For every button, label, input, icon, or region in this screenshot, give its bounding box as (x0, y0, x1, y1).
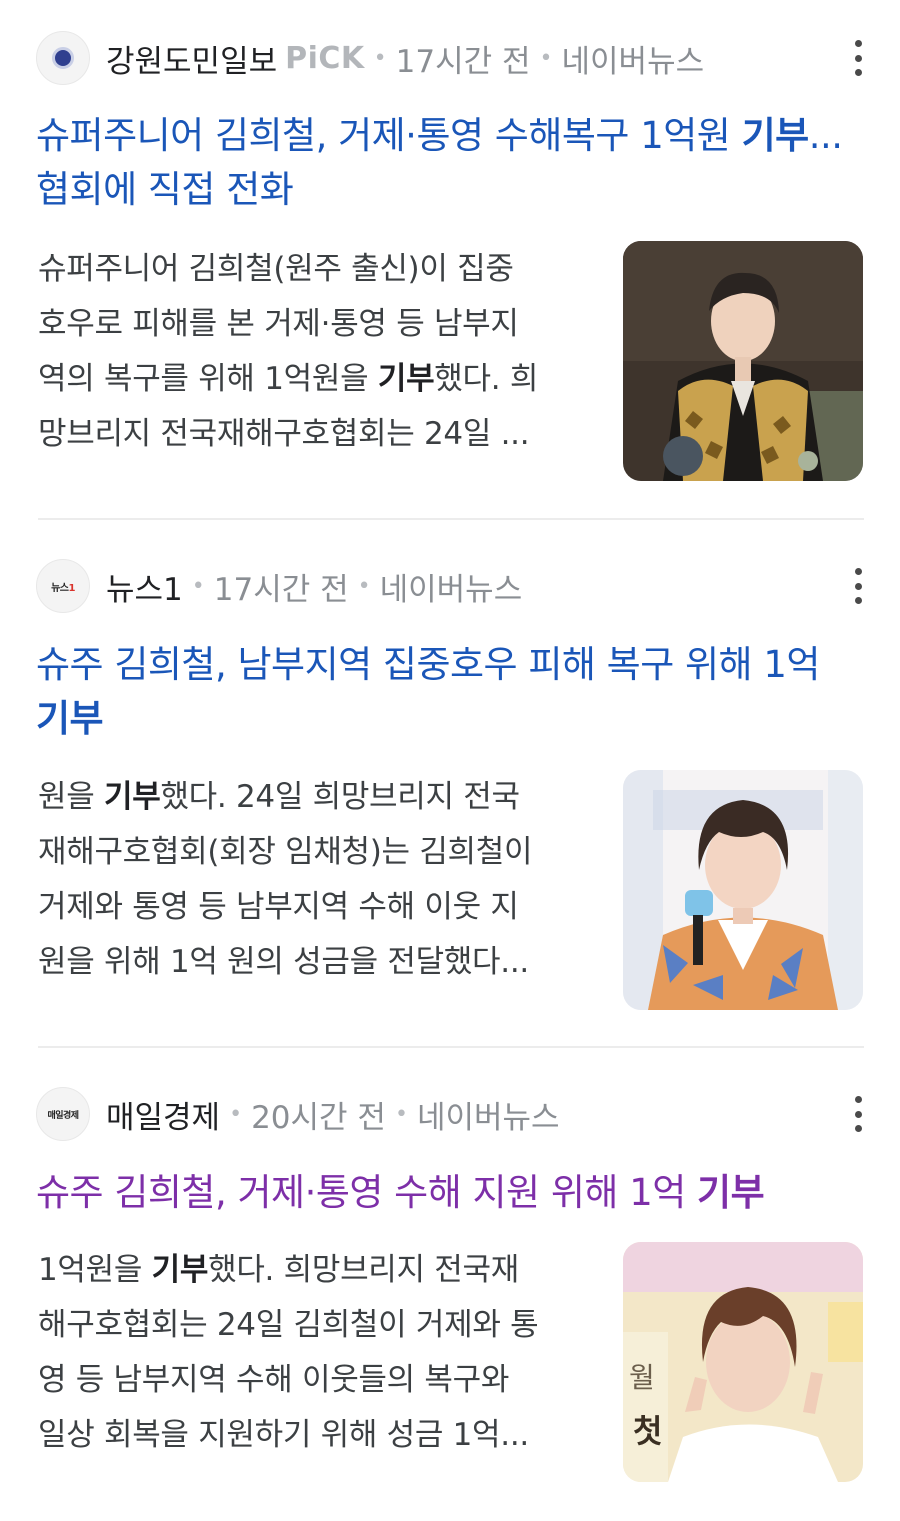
more-vert-icon[interactable] (850, 1096, 866, 1132)
platform-label: 네이버뉴스 (379, 571, 523, 608)
news-result-card[interactable]: 매일경제 매일경제 • 20시간 전 • 네이버뉴스 슈주 김희철, 거제·통영… (0, 1048, 900, 1521)
source-name[interactable]: 뉴스1 (106, 564, 183, 609)
svg-text:첫: 첫 (633, 1412, 662, 1450)
platform-label: 네이버뉴스 (561, 43, 705, 80)
pick-badge: PiCK (285, 40, 365, 76)
news-result-card[interactable]: 뉴스1 뉴스1 • 17시간 전 • 네이버뉴스 슈주 김희철, 남부지역 집중… (0, 520, 900, 1048)
source-name[interactable]: 매일경제 (106, 1092, 220, 1137)
result-thumbnail[interactable] (623, 770, 863, 1010)
result-thumbnail[interactable] (623, 241, 863, 481)
separator-dot: • (191, 573, 205, 599)
result-title[interactable]: 슈주 김희철, 거제·통영 수해 지원 위해 1억 기부 (36, 1166, 866, 1220)
more-vert-icon[interactable] (850, 40, 866, 76)
svg-text:월: 월 (629, 1361, 655, 1394)
result-title[interactable]: 슈퍼주니어 김희철, 거제·통영 수해복구 1억원 기부... 협회에 직접 전… (36, 109, 866, 217)
source-logo[interactable] (36, 31, 90, 85)
source-row: 매일경제 매일경제 • 20시간 전 • 네이버뉴스 (36, 1086, 866, 1142)
separator-dot: • (229, 1101, 243, 1127)
source-logo[interactable]: 뉴스1 (36, 559, 90, 613)
result-snippet: 원을 기부했다. 24일 희망브리지 전국 재해구호협회(회장 임채청)는 김희… (38, 779, 533, 980)
publish-time: 17시간 전 (395, 43, 531, 80)
result-snippet: 1억원을 기부했다. 희망브리지 전국재 해구호협회는 24일 김희철이 거제와… (38, 1252, 539, 1453)
source-name[interactable]: 강원도민일보 (106, 36, 277, 81)
platform-label: 네이버뉴스 (416, 1099, 560, 1136)
separator-dot: • (539, 45, 553, 71)
separator-dot: • (357, 573, 371, 599)
emblem-icon (52, 47, 74, 69)
result-thumbnail[interactable]: 월 첫 (623, 1242, 863, 1482)
result-snippet: 슈퍼주니어 김희철(원주 출신)이 집중 호우로 피해를 본 거제·통영 등 남… (38, 251, 539, 452)
source-logo[interactable]: 매일경제 (36, 1087, 90, 1141)
news-feed: 강원도민일보 PiCK • 17시간 전 • 네이버뉴스 슈퍼주니어 김희철, … (0, 0, 900, 1521)
publish-time: 17시간 전 (213, 571, 349, 608)
source-row: 뉴스1 뉴스1 • 17시간 전 • 네이버뉴스 (36, 558, 866, 614)
separator-dot: • (373, 45, 387, 71)
separator-dot: • (394, 1101, 408, 1127)
result-title[interactable]: 슈주 김희철, 남부지역 집중호우 피해 복구 위해 1억 기부 (36, 638, 866, 746)
news-result-card[interactable]: 강원도민일보 PiCK • 17시간 전 • 네이버뉴스 슈퍼주니어 김희철, … (0, 0, 900, 520)
source-row: 강원도민일보 PiCK • 17시간 전 • 네이버뉴스 (36, 30, 866, 86)
publish-time: 20시간 전 (251, 1099, 386, 1136)
more-vert-icon[interactable] (850, 568, 866, 604)
